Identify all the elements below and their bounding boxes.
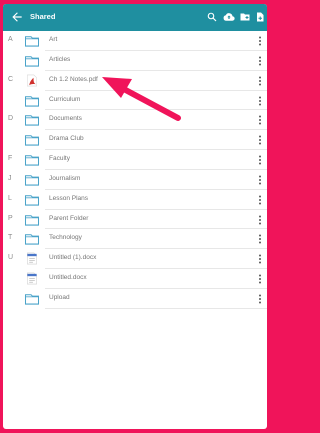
more-options-icon[interactable] bbox=[257, 95, 263, 107]
folder-icon bbox=[24, 115, 40, 126]
docx-file-icon bbox=[27, 252, 37, 265]
file-name: Drama Club bbox=[49, 135, 84, 143]
app-bar: Shared bbox=[3, 4, 267, 31]
more-options-icon[interactable] bbox=[257, 293, 263, 305]
cloud-upload-icon[interactable] bbox=[223, 11, 235, 23]
more-options-icon[interactable] bbox=[257, 154, 263, 166]
list-item[interactable]: J Journalism bbox=[3, 170, 267, 190]
file-name: Journalism bbox=[49, 174, 81, 182]
file-name: Articles bbox=[49, 55, 71, 63]
index-letter: P bbox=[8, 214, 13, 222]
file-name: Documents bbox=[49, 115, 82, 123]
index-letter: T bbox=[8, 234, 13, 242]
list-item[interactable]: Upload bbox=[3, 289, 267, 309]
more-options-icon[interactable] bbox=[257, 35, 263, 47]
list-item[interactable]: T Technology bbox=[3, 229, 267, 250]
list-item[interactable]: A Art bbox=[3, 31, 267, 51]
folder-icon bbox=[24, 95, 40, 107]
folder-icon bbox=[24, 36, 40, 47]
file-name: Lesson Plans bbox=[49, 194, 89, 202]
folder-icon bbox=[24, 195, 40, 206]
new-folder-icon[interactable] bbox=[239, 11, 251, 23]
search-icon[interactable] bbox=[206, 11, 218, 23]
list-item[interactable]: C Ch 1.2 Notes.pdf bbox=[3, 71, 267, 91]
list-item[interactable]: Untitled.docx bbox=[3, 269, 267, 289]
new-file-icon[interactable] bbox=[254, 11, 266, 23]
more-options-icon[interactable] bbox=[257, 75, 263, 87]
more-options-icon[interactable] bbox=[257, 273, 263, 285]
more-options-icon[interactable] bbox=[257, 114, 263, 126]
file-name: Upload bbox=[49, 293, 70, 301]
divider bbox=[45, 307, 267, 309]
list-item[interactable]: Articles bbox=[3, 51, 267, 71]
file-name: Curriculum bbox=[49, 95, 81, 103]
list-item[interactable]: U Untitled (1).docx bbox=[3, 249, 267, 270]
list-item[interactable]: Curriculum bbox=[3, 91, 267, 111]
list-item[interactable]: L Lesson Plans bbox=[3, 190, 267, 210]
folder-icon bbox=[24, 56, 40, 67]
more-options-icon[interactable] bbox=[257, 253, 263, 265]
file-list: A Art Articles C Ch 1.2 Notes.pdf Curriculum D… bbox=[3, 31, 267, 309]
file-name: Untitled.docx bbox=[49, 274, 87, 282]
index-letter: F bbox=[8, 155, 13, 163]
folder-icon bbox=[24, 155, 40, 166]
folder-icon bbox=[24, 135, 40, 146]
index-letter: C bbox=[8, 75, 14, 83]
docx-file-icon bbox=[27, 272, 37, 285]
file-name: Faculty bbox=[49, 155, 70, 163]
file-name: Art bbox=[49, 36, 58, 43]
file-name: Technology bbox=[49, 234, 82, 242]
more-options-icon[interactable] bbox=[257, 134, 263, 146]
page-title: Shared bbox=[30, 12, 56, 21]
folder-icon bbox=[24, 175, 40, 186]
folder-icon bbox=[24, 294, 40, 305]
index-letter: U bbox=[8, 254, 14, 262]
index-letter: J bbox=[8, 174, 12, 182]
list-item[interactable]: F Faculty bbox=[3, 150, 267, 170]
more-options-icon[interactable] bbox=[257, 194, 263, 206]
more-options-icon[interactable] bbox=[257, 233, 263, 245]
list-item[interactable]: D Documents bbox=[3, 110, 267, 131]
more-options-icon[interactable] bbox=[257, 55, 263, 67]
list-item[interactable]: P Parent Folder bbox=[3, 210, 267, 230]
more-options-icon[interactable] bbox=[257, 174, 263, 186]
index-letter: L bbox=[8, 194, 12, 202]
folder-icon bbox=[24, 234, 40, 246]
file-name: Ch 1.2 Notes.pdf bbox=[49, 75, 98, 83]
app-window: Shared A Art Articles C Ch 1.2 Notes.pdf Curr… bbox=[3, 4, 267, 429]
index-letter: D bbox=[8, 115, 14, 123]
pdf-file-icon bbox=[27, 74, 37, 87]
file-name: Untitled (1).docx bbox=[49, 254, 97, 262]
more-options-icon[interactable] bbox=[257, 214, 263, 226]
back-arrow-icon[interactable] bbox=[10, 10, 24, 24]
list-item[interactable]: Drama Club bbox=[3, 130, 267, 151]
index-letter: A bbox=[8, 36, 13, 43]
file-name: Parent Folder bbox=[49, 214, 89, 222]
folder-icon bbox=[24, 214, 40, 226]
